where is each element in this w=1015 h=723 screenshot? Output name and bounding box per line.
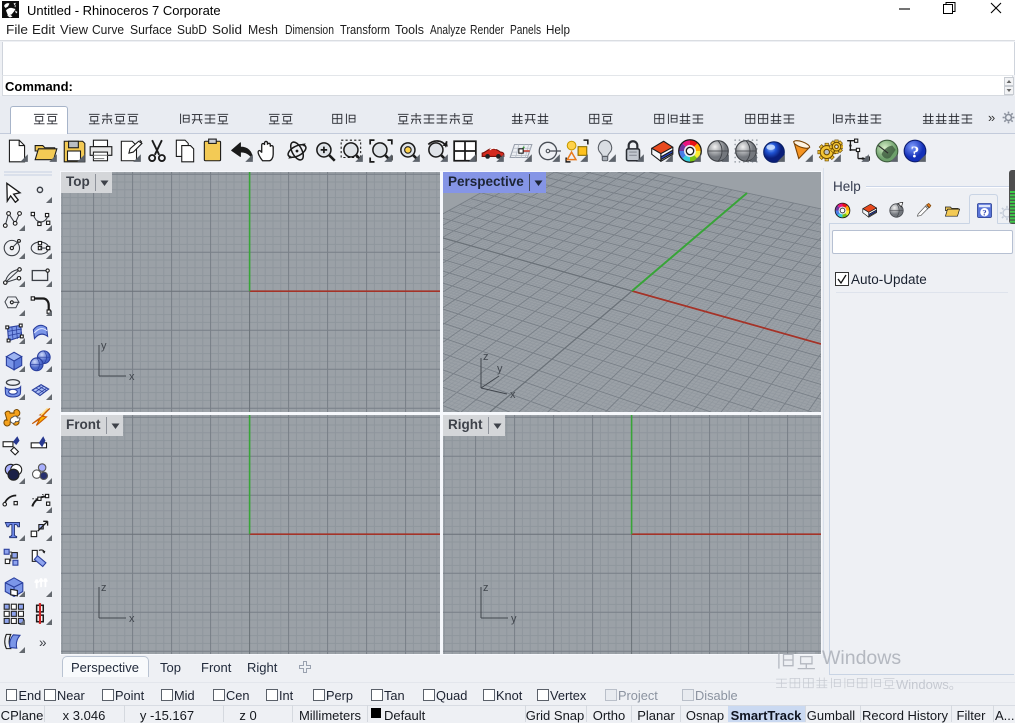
svg-text:y: y bbox=[511, 613, 517, 625]
svg-text:z: z bbox=[483, 351, 489, 363]
svg-text:x: x bbox=[129, 613, 135, 625]
svg-text:y: y bbox=[497, 363, 503, 375]
svg-text:z: z bbox=[483, 582, 489, 594]
svg-text:x: x bbox=[510, 389, 516, 400]
svg-text:y: y bbox=[101, 340, 107, 352]
svg-text:x: x bbox=[129, 371, 135, 383]
svg-text:z: z bbox=[101, 582, 107, 594]
svg-text:?: ? bbox=[911, 143, 920, 162]
